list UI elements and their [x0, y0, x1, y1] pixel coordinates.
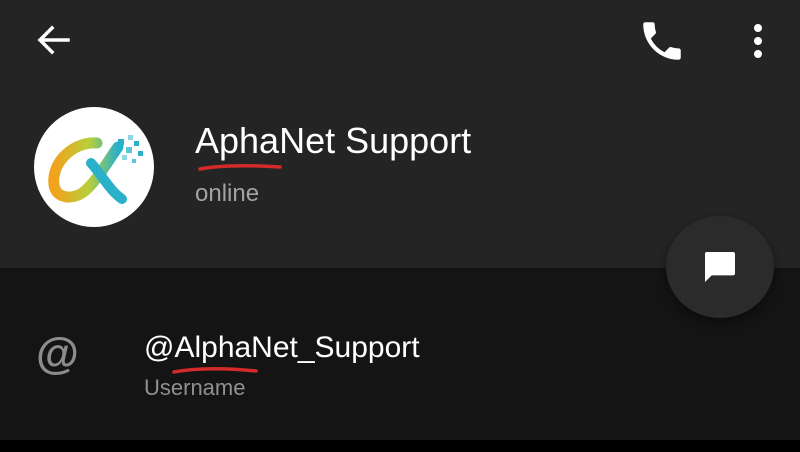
more-options-button[interactable] — [738, 18, 778, 64]
alphanet-logo — [48, 135, 143, 204]
profile-name: AphaNet Support — [195, 120, 472, 161]
username-label: Username — [144, 375, 246, 400]
username-value[interactable]: @AlphaNet_Support — [144, 330, 420, 366]
avatar[interactable] — [34, 107, 154, 227]
arrow-left-icon — [37, 25, 70, 55]
bottom-edge — [0, 440, 800, 452]
online-status: online — [195, 180, 260, 207]
phone-icon — [643, 22, 681, 60]
more-vertical-icon — [754, 24, 762, 58]
message-icon — [705, 252, 735, 282]
profile-header: AphaNet Support online — [0, 0, 800, 268]
at-sign-icon: @ — [36, 329, 79, 378]
call-button[interactable] — [636, 16, 688, 66]
username-row[interactable]: @ @AlphaNet_Support Username — [0, 300, 800, 440]
back-button[interactable] — [30, 18, 78, 62]
